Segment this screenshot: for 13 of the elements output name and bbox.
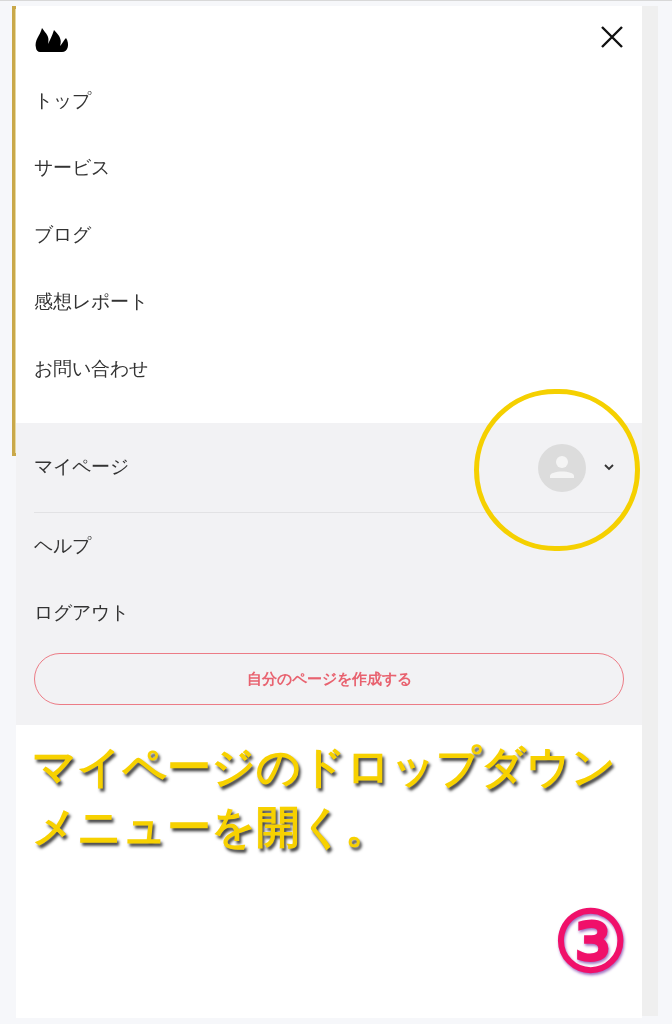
annotation-text: メニューを開く。 (32, 801, 390, 853)
menu-item[interactable]: 感想レポート (34, 288, 148, 317)
menu-item[interactable]: ヘルプ (34, 532, 91, 561)
menu-item[interactable]: ブログ (34, 221, 91, 250)
menu-item[interactable]: トップ (34, 87, 91, 116)
menu-item[interactable]: ログアウト (34, 599, 129, 628)
close-icon[interactable] (600, 25, 624, 49)
step-number: ③ (553, 897, 628, 987)
chevron-down-icon[interactable] (604, 464, 614, 471)
menu-item[interactable]: マイページ (34, 453, 129, 482)
menu-item[interactable]: サービス (34, 154, 110, 183)
menu-item[interactable]: お問い合わせ (34, 355, 148, 384)
annotation-text: マイページのドロップダウン (32, 741, 617, 793)
